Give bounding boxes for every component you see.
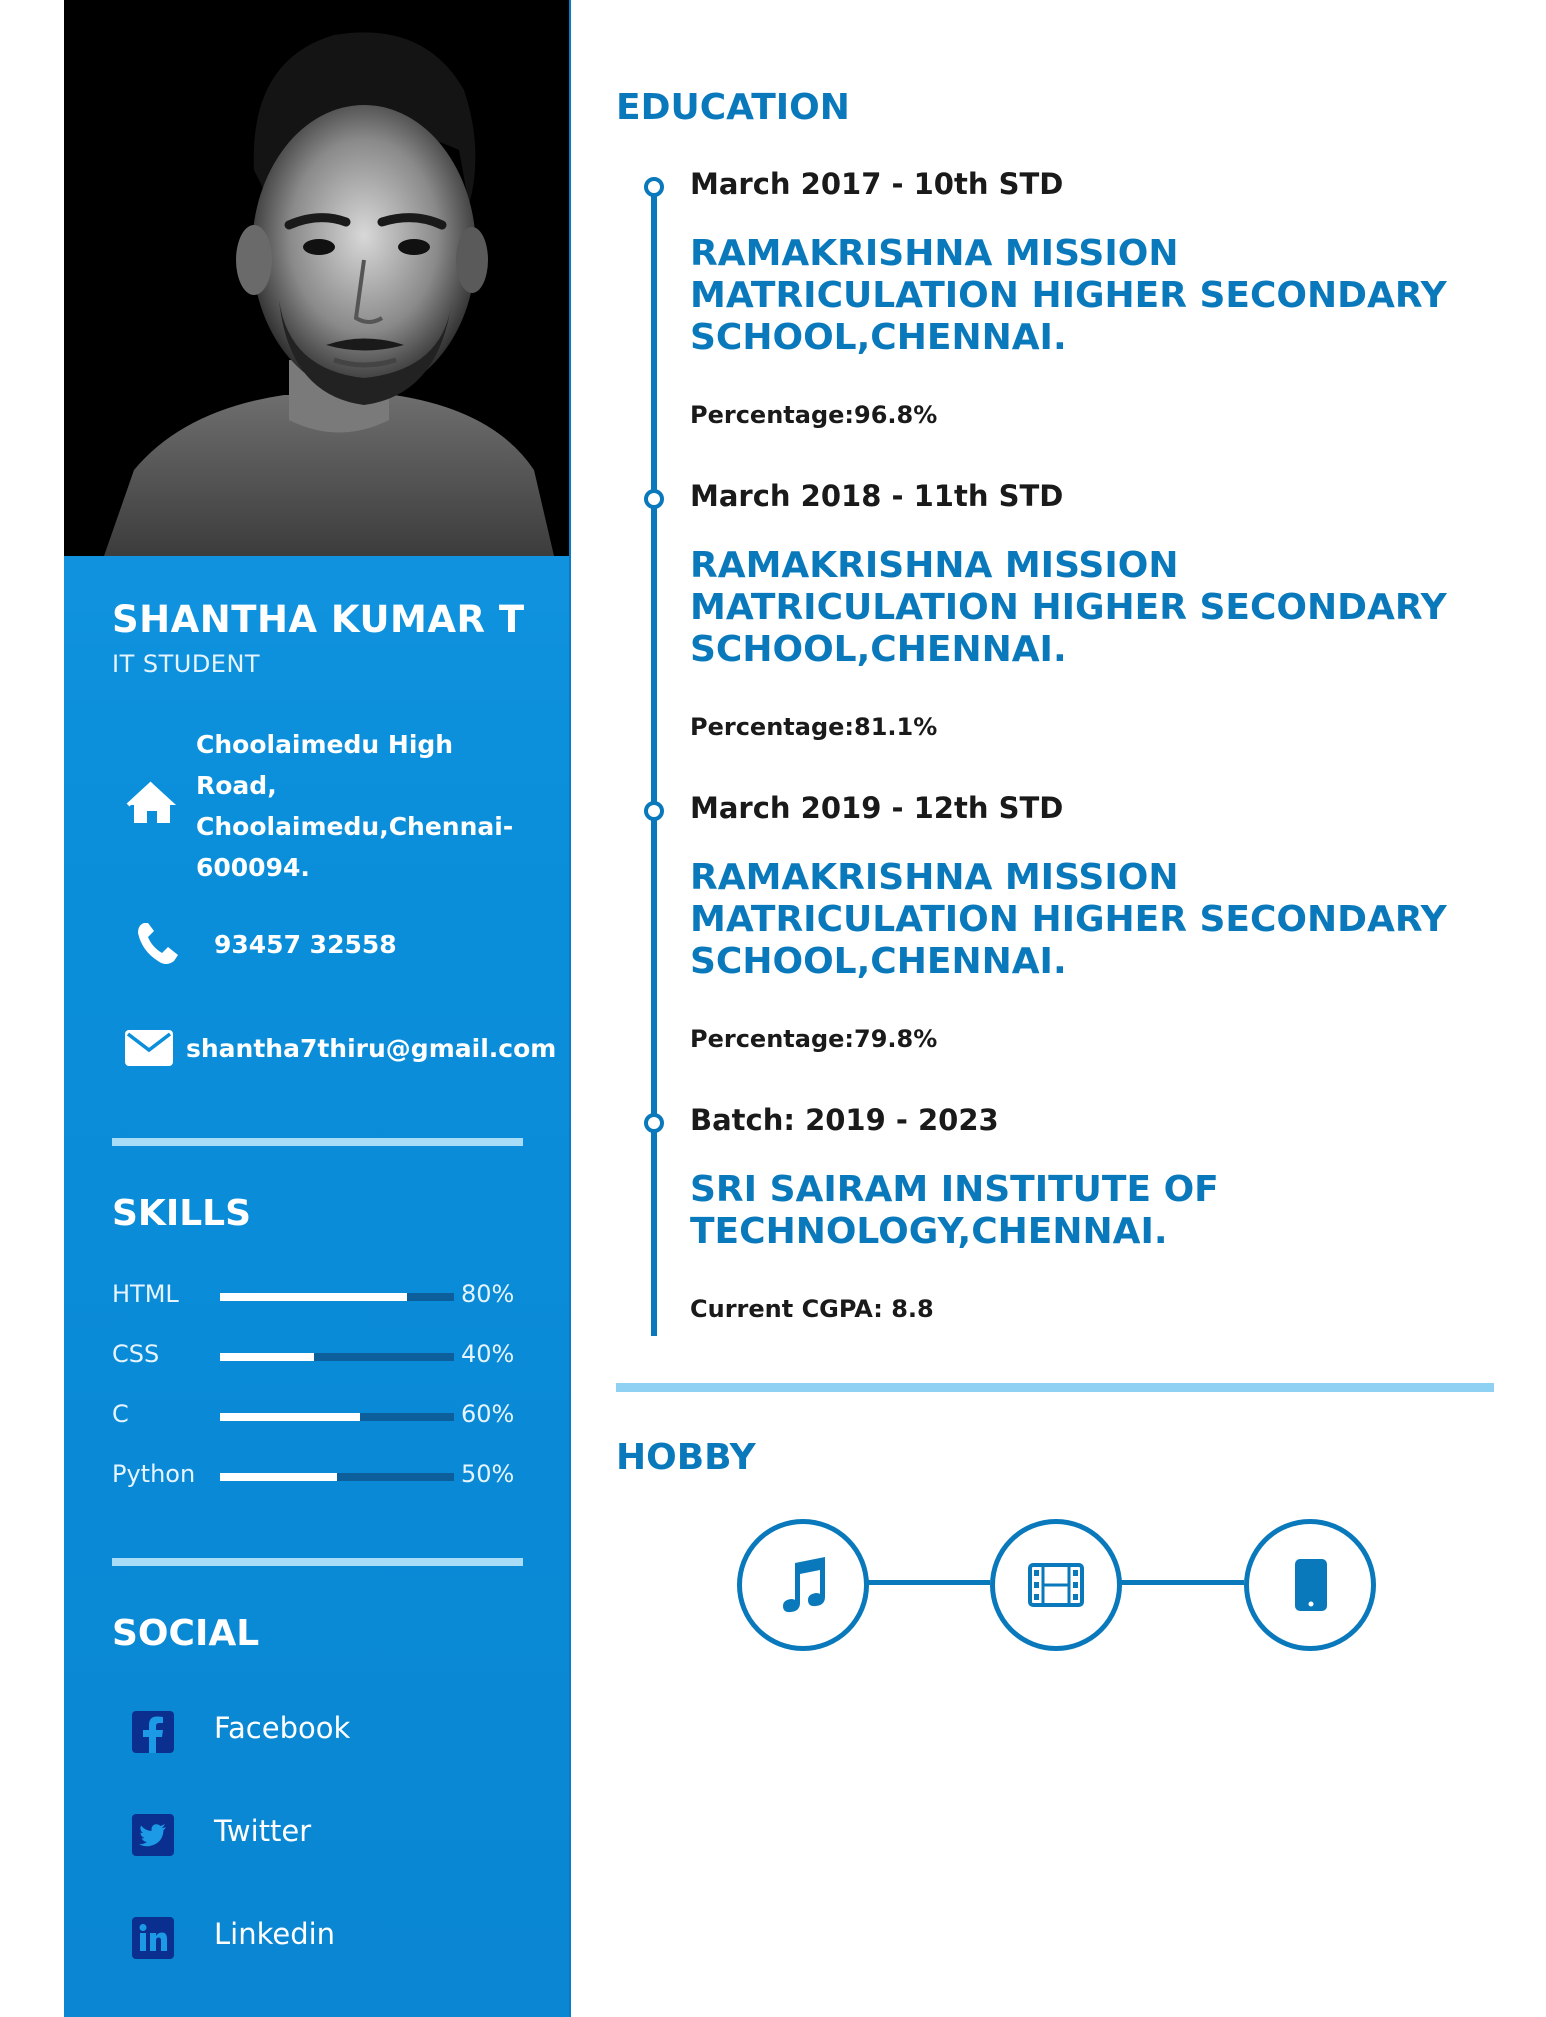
hobby-music — [737, 1519, 869, 1651]
music-note-icon — [783, 1557, 825, 1613]
linkedin-icon — [132, 1917, 174, 1963]
email-icon — [125, 1030, 173, 1070]
skill-percent: 60% — [461, 1400, 515, 1428]
smartphone-icon — [1295, 1559, 1327, 1611]
film-icon — [1028, 1563, 1084, 1607]
email-address[interactable]: shantha7thiru@gmail.com — [186, 1034, 556, 1063]
education-entry: Batch: 2019 - 2023 SRI SAIRAM INSTITUTE … — [690, 1103, 1470, 1323]
education-heading: EDUCATION — [616, 87, 850, 128]
address-text: Choolaimedu High Road, Choolaimedu,Chenn… — [196, 730, 514, 882]
profile-photo — [64, 0, 569, 556]
skill-bar — [220, 1353, 454, 1361]
skill-percent: 40% — [461, 1340, 515, 1368]
education-date: Batch: 2019 - 2023 — [690, 1103, 999, 1137]
skill-percent: 50% — [461, 1460, 515, 1488]
skill-row-c: C 60% — [112, 1400, 532, 1440]
social-label: Twitter — [214, 1814, 312, 1848]
education-school: RAMAKRISHNA MISSION MATRICULATION HIGHER… — [690, 233, 1447, 358]
timeline-dot — [644, 489, 664, 509]
timeline-dot — [644, 177, 664, 197]
skill-row-css: CSS 40% — [112, 1340, 532, 1380]
twitter-icon — [132, 1814, 174, 1860]
sidebar-divider — [112, 1138, 523, 1146]
education-entry: March 2018 - 11th STD RAMAKRISHNA MISSIO… — [690, 479, 1470, 741]
skill-bar-fill — [220, 1353, 314, 1361]
home-icon — [126, 781, 178, 829]
social-label: Linkedin — [214, 1917, 336, 1951]
profile-role: IT STUDENT — [112, 650, 261, 678]
education-timeline — [651, 184, 657, 1336]
education-school: RAMAKRISHNA MISSION MATRICULATION HIGHER… — [690, 857, 1447, 982]
skill-name: HTML — [112, 1280, 179, 1308]
hobby-heading: HOBBY — [616, 1437, 756, 1478]
section-divider — [616, 1383, 1494, 1392]
hobby-connector — [864, 1580, 990, 1585]
profile-name: SHANTHA KUMAR T — [112, 598, 525, 641]
skill-bar — [220, 1413, 454, 1421]
skill-row-python: Python 50% — [112, 1460, 532, 1500]
skill-name: C — [112, 1400, 129, 1428]
timeline-dot — [644, 801, 664, 821]
skill-bar-fill — [220, 1293, 408, 1301]
social-label: Facebook — [214, 1711, 351, 1745]
hobby-connector — [1116, 1580, 1244, 1585]
education-score: Percentage:81.1% — [690, 713, 938, 741]
social-heading: SOCIAL — [112, 1613, 260, 1654]
education-date: March 2018 - 11th STD — [690, 479, 1064, 513]
education-score: Percentage:96.8% — [690, 401, 938, 429]
skill-bar-fill — [220, 1413, 361, 1421]
education-date: March 2019 - 12th STD — [690, 791, 1064, 825]
hobby-mobile — [1244, 1519, 1376, 1651]
skill-name: CSS — [112, 1340, 160, 1368]
phone-icon — [134, 921, 180, 971]
skill-bar — [220, 1473, 454, 1481]
education-entry: March 2019 - 12th STD RAMAKRISHNA MISSIO… — [690, 791, 1470, 1053]
skills-heading: SKILLS — [112, 1193, 252, 1234]
skill-bar — [220, 1293, 454, 1301]
skill-row-html: HTML 80% — [112, 1280, 532, 1320]
sidebar: SHANTHA KUMAR T IT STUDENT Choolaimedu H… — [64, 0, 569, 2017]
education-school: SRI SAIRAM INSTITUTE OF TECHNOLOGY,CHENN… — [690, 1169, 1219, 1252]
education-entry: March 2017 - 10th STD RAMAKRISHNA MISSIO… — [690, 167, 1470, 429]
education-score: Percentage:79.8% — [690, 1025, 938, 1053]
skill-percent: 80% — [461, 1280, 515, 1308]
phone-number[interactable]: 93457 32558 — [214, 930, 397, 959]
education-score: Current CGPA: 8.8 — [690, 1295, 934, 1323]
skill-name: Python — [112, 1460, 196, 1488]
sidebar-divider — [112, 1558, 523, 1566]
education-date: March 2017 - 10th STD — [690, 167, 1064, 201]
education-school: RAMAKRISHNA MISSION MATRICULATION HIGHER… — [690, 545, 1447, 670]
facebook-icon — [132, 1711, 174, 1757]
skill-bar-fill — [220, 1473, 337, 1481]
timeline-dot — [644, 1113, 664, 1133]
hobby-movies — [990, 1519, 1122, 1651]
